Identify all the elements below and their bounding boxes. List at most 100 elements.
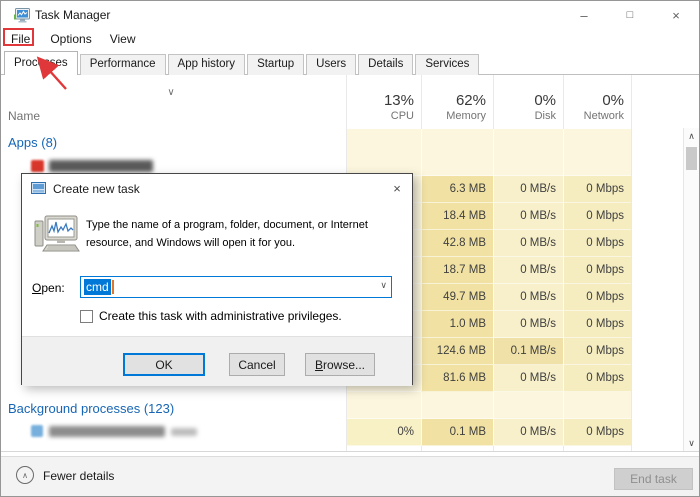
annotation-highlight-box — [3, 28, 34, 46]
column-header-network[interactable]: 0% Network — [564, 79, 631, 127]
open-input-value: cmd — [84, 279, 111, 295]
window-title: Task Manager — [35, 8, 110, 22]
disk-label: Disk — [535, 110, 556, 122]
memory-value: 18.4 MB — [421, 203, 493, 230]
annotation-arrow — [26, 51, 81, 99]
network-value: 0 Mbps — [563, 284, 631, 311]
memory-value: 6.3 MB — [421, 176, 493, 203]
ok-button[interactable]: OK — [123, 353, 205, 376]
network-label: Network — [584, 110, 624, 122]
censored-process-suffix — [171, 428, 197, 436]
disk-value: 0 MB/s — [493, 365, 563, 392]
admin-privileges-label[interactable]: Create this task with administrative pri… — [99, 309, 342, 323]
cancel-button[interactable]: Cancel — [229, 353, 285, 376]
status-bar: ∧ Fewer details End task — [1, 456, 699, 497]
group-header-apps[interactable]: Apps (8) — [8, 135, 57, 150]
scroll-up-icon[interactable]: ∧ — [684, 128, 699, 144]
disk-value: 0 MB/s — [493, 284, 563, 311]
combo-chevron-down-icon[interactable]: ∨ — [380, 280, 387, 291]
column-header-cpu[interactable]: 13% CPU — [347, 79, 421, 127]
open-label: Open: — [32, 281, 65, 295]
window-controls: – □ × — [561, 1, 699, 29]
memory-usage-total: 62% — [456, 92, 486, 109]
group-header-background[interactable]: Background processes (123) — [8, 401, 174, 416]
cpu-label: CPU — [391, 110, 414, 122]
dialog-title-bar: Create new task × — [22, 174, 412, 202]
disk-value: 0 MB/s — [493, 311, 563, 338]
task-manager-window: Task Manager – □ × File Options View Pro… — [0, 0, 700, 497]
maximize-icon[interactable]: □ — [607, 1, 653, 29]
disk-value: 0 MB/s — [493, 230, 563, 257]
chevron-down-icon[interactable]: ∨ — [151, 87, 191, 98]
create-new-task-dialog: Create new task × Type the name of a pro… — [21, 173, 413, 385]
memory-value: 18.7 MB — [421, 257, 493, 284]
dialog-title: Create new task — [53, 182, 140, 196]
title-bar: Task Manager – □ × — [1, 1, 699, 29]
column-header-name[interactable]: Name — [8, 109, 40, 123]
browse-button[interactable]: Browse... — [305, 353, 375, 376]
censored-app-icon — [31, 160, 44, 172]
disk-value: 0 MB/s — [493, 176, 563, 203]
memory-label: Memory — [446, 110, 486, 122]
chevron-up-icon: ∧ — [22, 471, 28, 480]
tab-details[interactable]: Details — [358, 54, 413, 75]
menu-options[interactable]: Options — [41, 29, 100, 51]
heat-band — [347, 129, 631, 176]
task-manager-icon — [14, 8, 30, 23]
end-task-button[interactable]: End task — [614, 468, 693, 490]
text-caret — [112, 280, 114, 294]
memory-value: 1.0 MB — [421, 311, 493, 338]
tab-services[interactable]: Services — [415, 54, 479, 75]
network-value: 0 Mbps — [563, 257, 631, 284]
close-icon[interactable]: × — [653, 1, 699, 29]
column-header-memory[interactable]: 62% Memory — [422, 79, 493, 127]
minimize-icon[interactable]: – — [561, 1, 607, 29]
scroll-down-icon[interactable]: ∨ — [684, 435, 699, 451]
disk-value: 0 MB/s — [493, 203, 563, 230]
censored-process-name[interactable] — [49, 160, 153, 172]
memory-value: 124.6 MB — [421, 338, 493, 365]
network-value: 0 Mbps — [563, 203, 631, 230]
scrollbar-thumb[interactable] — [686, 147, 697, 170]
censored-process-icon — [31, 425, 43, 437]
network-usage-total: 0% — [602, 92, 624, 109]
disk-value: 0 MB/s — [493, 419, 563, 446]
cpu-usage-total: 13% — [384, 92, 414, 109]
network-value: 0 Mbps — [563, 419, 631, 446]
cpu-value: 0% — [347, 419, 421, 446]
dialog-footer: OK Cancel Browse... — [22, 336, 412, 386]
memory-value: 42.8 MB — [421, 230, 493, 257]
vertical-scrollbar[interactable]: ∧ ∨ — [683, 128, 700, 451]
tab-users[interactable]: Users — [306, 54, 356, 75]
network-value: 0 Mbps — [563, 365, 631, 392]
tab-bar: Processes Performance App history Startu… — [1, 51, 699, 75]
network-value: 0 Mbps — [563, 311, 631, 338]
fewer-details-toggle[interactable]: ∧ — [16, 466, 34, 484]
disk-value: 0 MB/s — [493, 257, 563, 284]
admin-privileges-checkbox[interactable] — [80, 310, 93, 323]
disk-value: 0.1 MB/s — [493, 338, 563, 365]
heat-band — [347, 392, 631, 419]
column-header-disk[interactable]: 0% Disk — [494, 79, 563, 127]
computer-icon — [34, 214, 82, 254]
censored-process-name[interactable] — [49, 426, 165, 437]
fewer-details-label[interactable]: Fewer details — [43, 469, 114, 483]
open-input[interactable]: cmd ∨ — [80, 276, 392, 298]
tab-performance[interactable]: Performance — [80, 54, 166, 75]
menu-view[interactable]: View — [101, 29, 145, 51]
dialog-message-line1: Type the name of a program, folder, docu… — [86, 216, 406, 234]
dialog-message-line2: resource, and Windows will open it for y… — [86, 234, 406, 252]
dialog-close-icon[interactable]: × — [382, 174, 412, 202]
column-divider — [631, 75, 632, 451]
memory-value: 49.7 MB — [421, 284, 493, 311]
tab-startup[interactable]: Startup — [247, 54, 304, 75]
table-row[interactable]: 0% 0.1 MB 0 MB/s 0 Mbps — [347, 419, 631, 446]
memory-value: 0.1 MB — [421, 419, 493, 446]
tab-app-history[interactable]: App history — [168, 54, 246, 75]
network-value: 0 Mbps — [563, 176, 631, 203]
memory-value: 81.6 MB — [421, 365, 493, 392]
network-value: 0 Mbps — [563, 338, 631, 365]
disk-usage-total: 0% — [534, 92, 556, 109]
network-value: 0 Mbps — [563, 230, 631, 257]
run-dialog-icon — [31, 182, 46, 194]
